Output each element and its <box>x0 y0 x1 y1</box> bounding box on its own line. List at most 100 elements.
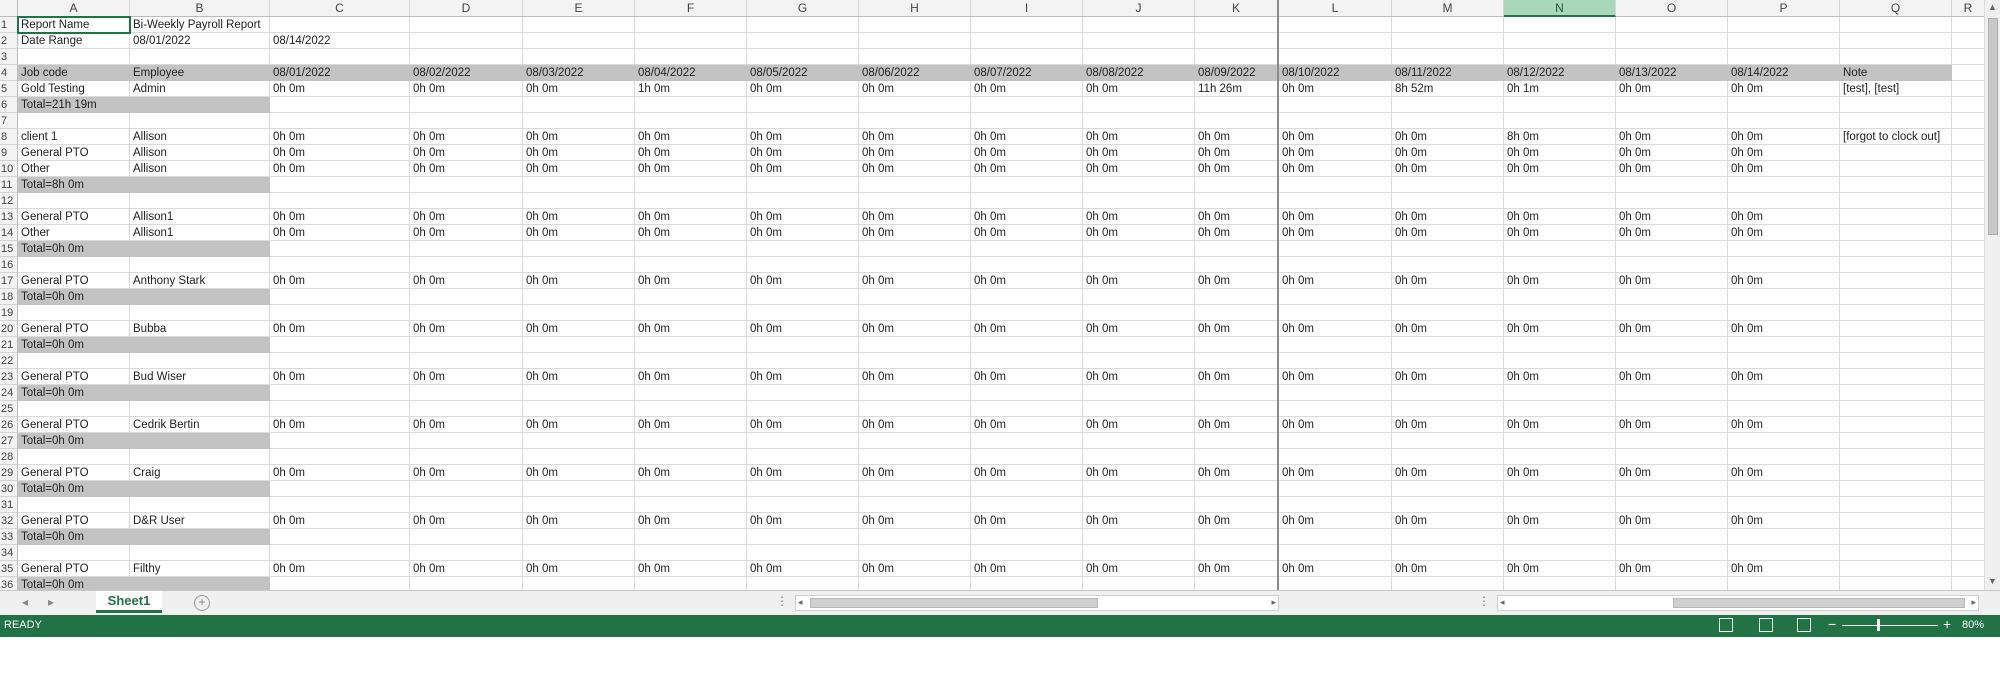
column-header-a[interactable]: A <box>18 0 130 17</box>
zoom-slider[interactable] <box>1842 625 1938 626</box>
data-cell[interactable]: 0h 0m <box>1504 369 1539 385</box>
sheet-pane-left[interactable]: A B C D E F G H I J K 1 Report Name Bi-Weekly Payroll… <box>0 0 1278 590</box>
column-title-cell[interactable]: 08/04/2022 <box>635 65 696 81</box>
tab-split-handle-icon[interactable]: ⋮ <box>776 594 788 608</box>
data-cell[interactable]: 0h 0m <box>410 417 445 433</box>
row-header[interactable]: 19 <box>0 305 18 321</box>
data-cell[interactable]: Filthy <box>130 561 160 577</box>
zoom-level[interactable]: 80% <box>1962 619 1984 631</box>
normal-view-icon[interactable] <box>1719 618 1733 632</box>
data-cell[interactable]: 0h 0m <box>1728 81 1763 97</box>
data-cell[interactable]: Allison <box>130 145 167 161</box>
row-header[interactable]: 20 <box>0 321 18 337</box>
data-cell[interactable]: 0h 0m <box>971 145 1006 161</box>
scroll-right-icon[interactable]: ▸ <box>1271 597 1276 608</box>
data-cell[interactable]: 0h 0m <box>635 465 670 481</box>
data-cell[interactable]: 0h 0m <box>1083 129 1118 145</box>
column-header-j[interactable]: J <box>1083 0 1195 17</box>
data-cell[interactable]: 0h 0m <box>1083 417 1118 433</box>
data-cell[interactable]: Admin <box>130 81 166 97</box>
data-cell[interactable]: 0h 0m <box>1616 321 1651 337</box>
data-cell[interactable]: 0h 0m <box>747 513 782 529</box>
data-cell[interactable]: 0h 0m <box>1279 561 1314 577</box>
total-cell[interactable]: Total=0h 0m <box>18 337 84 353</box>
data-cell[interactable]: 0h 0m <box>270 417 305 433</box>
row-header[interactable]: 10 <box>0 161 18 177</box>
data-cell[interactable]: 0h 0m <box>1279 161 1314 177</box>
data-cell[interactable]: 0h 0m <box>1392 209 1427 225</box>
data-cell[interactable]: 0h 0m <box>1392 417 1427 433</box>
data-cell[interactable]: Bi-Weekly Payroll Report <box>130 17 261 33</box>
data-cell[interactable]: 0h 0m <box>1616 129 1651 145</box>
data-cell[interactable]: 0h 0m <box>1616 145 1651 161</box>
data-cell[interactable]: Allison <box>130 161 167 177</box>
data-cell[interactable]: 0h 0m <box>747 225 782 241</box>
row-header[interactable]: 12 <box>0 193 18 209</box>
data-cell[interactable]: General PTO <box>18 273 89 289</box>
data-cell[interactable]: 0h 0m <box>1083 81 1118 97</box>
data-cell[interactable]: 0h 0m <box>1616 417 1651 433</box>
data-cell[interactable]: Other <box>18 161 50 177</box>
data-cell[interactable]: General PTO <box>18 465 89 481</box>
column-title-cell[interactable]: 08/03/2022 <box>523 65 584 81</box>
data-cell[interactable]: [forgot to clock out] <box>1840 129 1940 145</box>
data-cell[interactable]: 0h 0m <box>270 321 305 337</box>
data-cell[interactable]: 0h 0m <box>1616 161 1651 177</box>
data-cell[interactable]: 0h 0m <box>1279 321 1314 337</box>
scroll-left-icon[interactable]: ◂ <box>1500 597 1505 608</box>
scroll-split-handle-icon[interactable]: ⋮ <box>1478 594 1490 608</box>
column-header-r[interactable]: R <box>1952 0 1985 17</box>
column-header-p[interactable]: P <box>1728 0 1840 17</box>
data-cell[interactable]: 0h 0m <box>971 513 1006 529</box>
total-cell[interactable]: Total=21h 19m <box>18 97 97 113</box>
add-sheet-icon[interactable]: + <box>194 595 210 611</box>
vertical-scroll-thumb[interactable] <box>1988 18 1998 235</box>
row-header[interactable]: 29 <box>0 465 18 481</box>
data-cell[interactable]: 0h 0m <box>859 273 894 289</box>
data-cell[interactable]: 0h 0m <box>971 321 1006 337</box>
data-cell[interactable]: 0h 0m <box>1083 321 1118 337</box>
row-header[interactable]: 8 <box>0 129 18 145</box>
column-title-cell[interactable]: 08/12/2022 <box>1504 65 1565 81</box>
data-cell[interactable]: 0h 0m <box>1728 273 1763 289</box>
data-cell[interactable]: 0h 0m <box>635 561 670 577</box>
scroll-right-icon[interactable]: ▸ <box>1971 597 1976 608</box>
data-cell[interactable]: 0h 0m <box>1728 225 1763 241</box>
column-title-cell[interactable]: 08/01/2022 <box>270 65 331 81</box>
column-header-e[interactable]: E <box>523 0 635 17</box>
data-cell[interactable]: 0h 0m <box>1279 369 1314 385</box>
data-cell[interactable]: 0h 0m <box>859 161 894 177</box>
data-cell[interactable]: 0h 0m <box>1616 209 1651 225</box>
data-cell[interactable]: 1h 0m <box>635 81 670 97</box>
data-cell[interactable]: 0h 0m <box>1504 417 1539 433</box>
data-cell[interactable]: 0h 0m <box>270 273 305 289</box>
data-cell[interactable]: 0h 0m <box>747 81 782 97</box>
scroll-down-icon[interactable]: ▼ <box>1988 576 1997 586</box>
column-title-cell[interactable]: 08/10/2022 <box>1279 65 1340 81</box>
data-cell[interactable]: 0h 0m <box>1616 369 1651 385</box>
data-cell[interactable]: 8h 0m <box>1504 129 1539 145</box>
row-header[interactable]: 24 <box>0 385 18 401</box>
data-cell[interactable]: 0h 0m <box>747 321 782 337</box>
data-cell[interactable]: 0h 0m <box>410 273 445 289</box>
data-cell[interactable]: 0h 0m <box>410 81 445 97</box>
zoom-out-icon[interactable]: − <box>1828 616 1836 632</box>
column-header-c[interactable]: C <box>270 0 410 17</box>
data-cell[interactable]: Date Range <box>18 33 82 49</box>
data-cell[interactable]: 0h 0m <box>859 145 894 161</box>
data-cell[interactable]: 0h 0m <box>410 561 445 577</box>
data-cell[interactable]: 0h 0m <box>1279 81 1314 97</box>
data-cell[interactable]: 0h 0m <box>635 273 670 289</box>
data-cell[interactable]: 0h 0m <box>859 465 894 481</box>
data-cell[interactable]: 0h 0m <box>270 161 305 177</box>
data-cell[interactable]: 0h 0m <box>1616 465 1651 481</box>
column-header-n[interactable]: N <box>1504 0 1616 17</box>
data-cell[interactable]: 0h 0m <box>971 129 1006 145</box>
data-cell[interactable]: 0h 0m <box>1083 209 1118 225</box>
data-cell[interactable]: 0h 0m <box>523 561 558 577</box>
data-cell[interactable]: 0h 0m <box>971 81 1006 97</box>
data-cell[interactable]: client 1 <box>18 129 57 145</box>
row-header[interactable]: 18 <box>0 289 18 305</box>
data-cell[interactable]: 0h 0m <box>1392 321 1427 337</box>
data-cell[interactable]: General PTO <box>18 513 89 529</box>
